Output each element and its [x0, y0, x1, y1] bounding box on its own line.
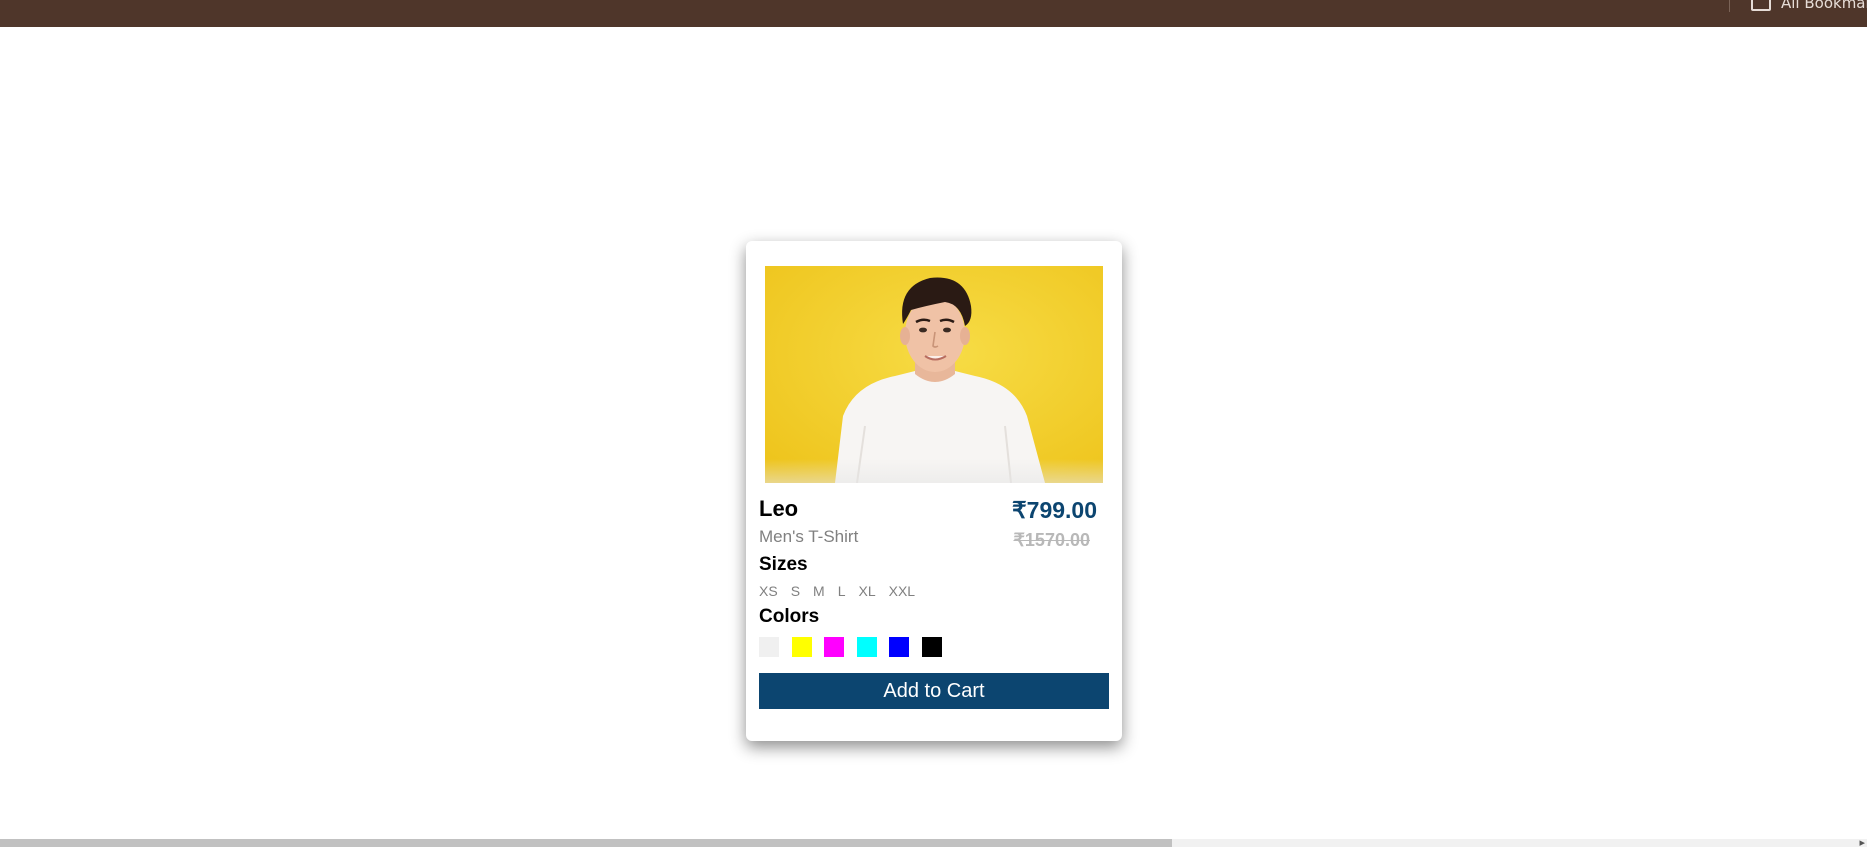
scroll-right-arrow-icon[interactable]: ▸ — [1859, 836, 1865, 849]
size-option-xxl[interactable]: XXL — [889, 583, 915, 599]
scrollbar-thumb[interactable] — [0, 839, 1172, 847]
color-swatch-magenta[interactable] — [824, 637, 844, 657]
all-bookmarks-link[interactable]: All Bookmarks — [1781, 0, 1867, 12]
color-swatches — [759, 637, 954, 657]
colors-heading: Colors — [759, 606, 820, 627]
product-name: Leo — [759, 496, 799, 521]
horizontal-scrollbar[interactable]: ▸ — [0, 836, 1867, 849]
product-card: Leo Men's T-Shirt ₹799.00 ₹1570.00 Sizes… — [746, 241, 1122, 741]
size-option-xs[interactable]: XS — [759, 583, 778, 599]
size-option-l[interactable]: L — [838, 583, 846, 599]
product-original-price: ₹1570.00 — [1013, 530, 1090, 550]
folder-icon[interactable] — [1751, 0, 1771, 11]
size-option-s[interactable]: S — [791, 583, 800, 599]
product-image — [765, 266, 1103, 483]
browser-bookmarks-bar: All Bookmarks — [0, 0, 1867, 27]
add-to-cart-button[interactable]: Add to Cart — [759, 673, 1109, 709]
color-swatch-yellow[interactable] — [791, 637, 812, 657]
image-bottom-fade — [765, 459, 1103, 483]
size-options: XS S M L XL XXL — [759, 583, 928, 599]
size-option-xl[interactable]: XL — [859, 583, 876, 599]
color-swatch-blue[interactable] — [889, 637, 909, 657]
color-swatch-white[interactable] — [759, 637, 779, 657]
product-photo-illustration — [765, 266, 1103, 483]
size-option-m[interactable]: M — [813, 583, 825, 599]
product-category: Men's T-Shirt — [759, 527, 859, 546]
bookmarks-separator — [1729, 0, 1730, 12]
color-swatch-black[interactable] — [921, 637, 942, 657]
sizes-heading: Sizes — [759, 554, 808, 575]
color-swatch-cyan[interactable] — [856, 637, 877, 657]
product-price: ₹799.00 — [1012, 497, 1097, 523]
